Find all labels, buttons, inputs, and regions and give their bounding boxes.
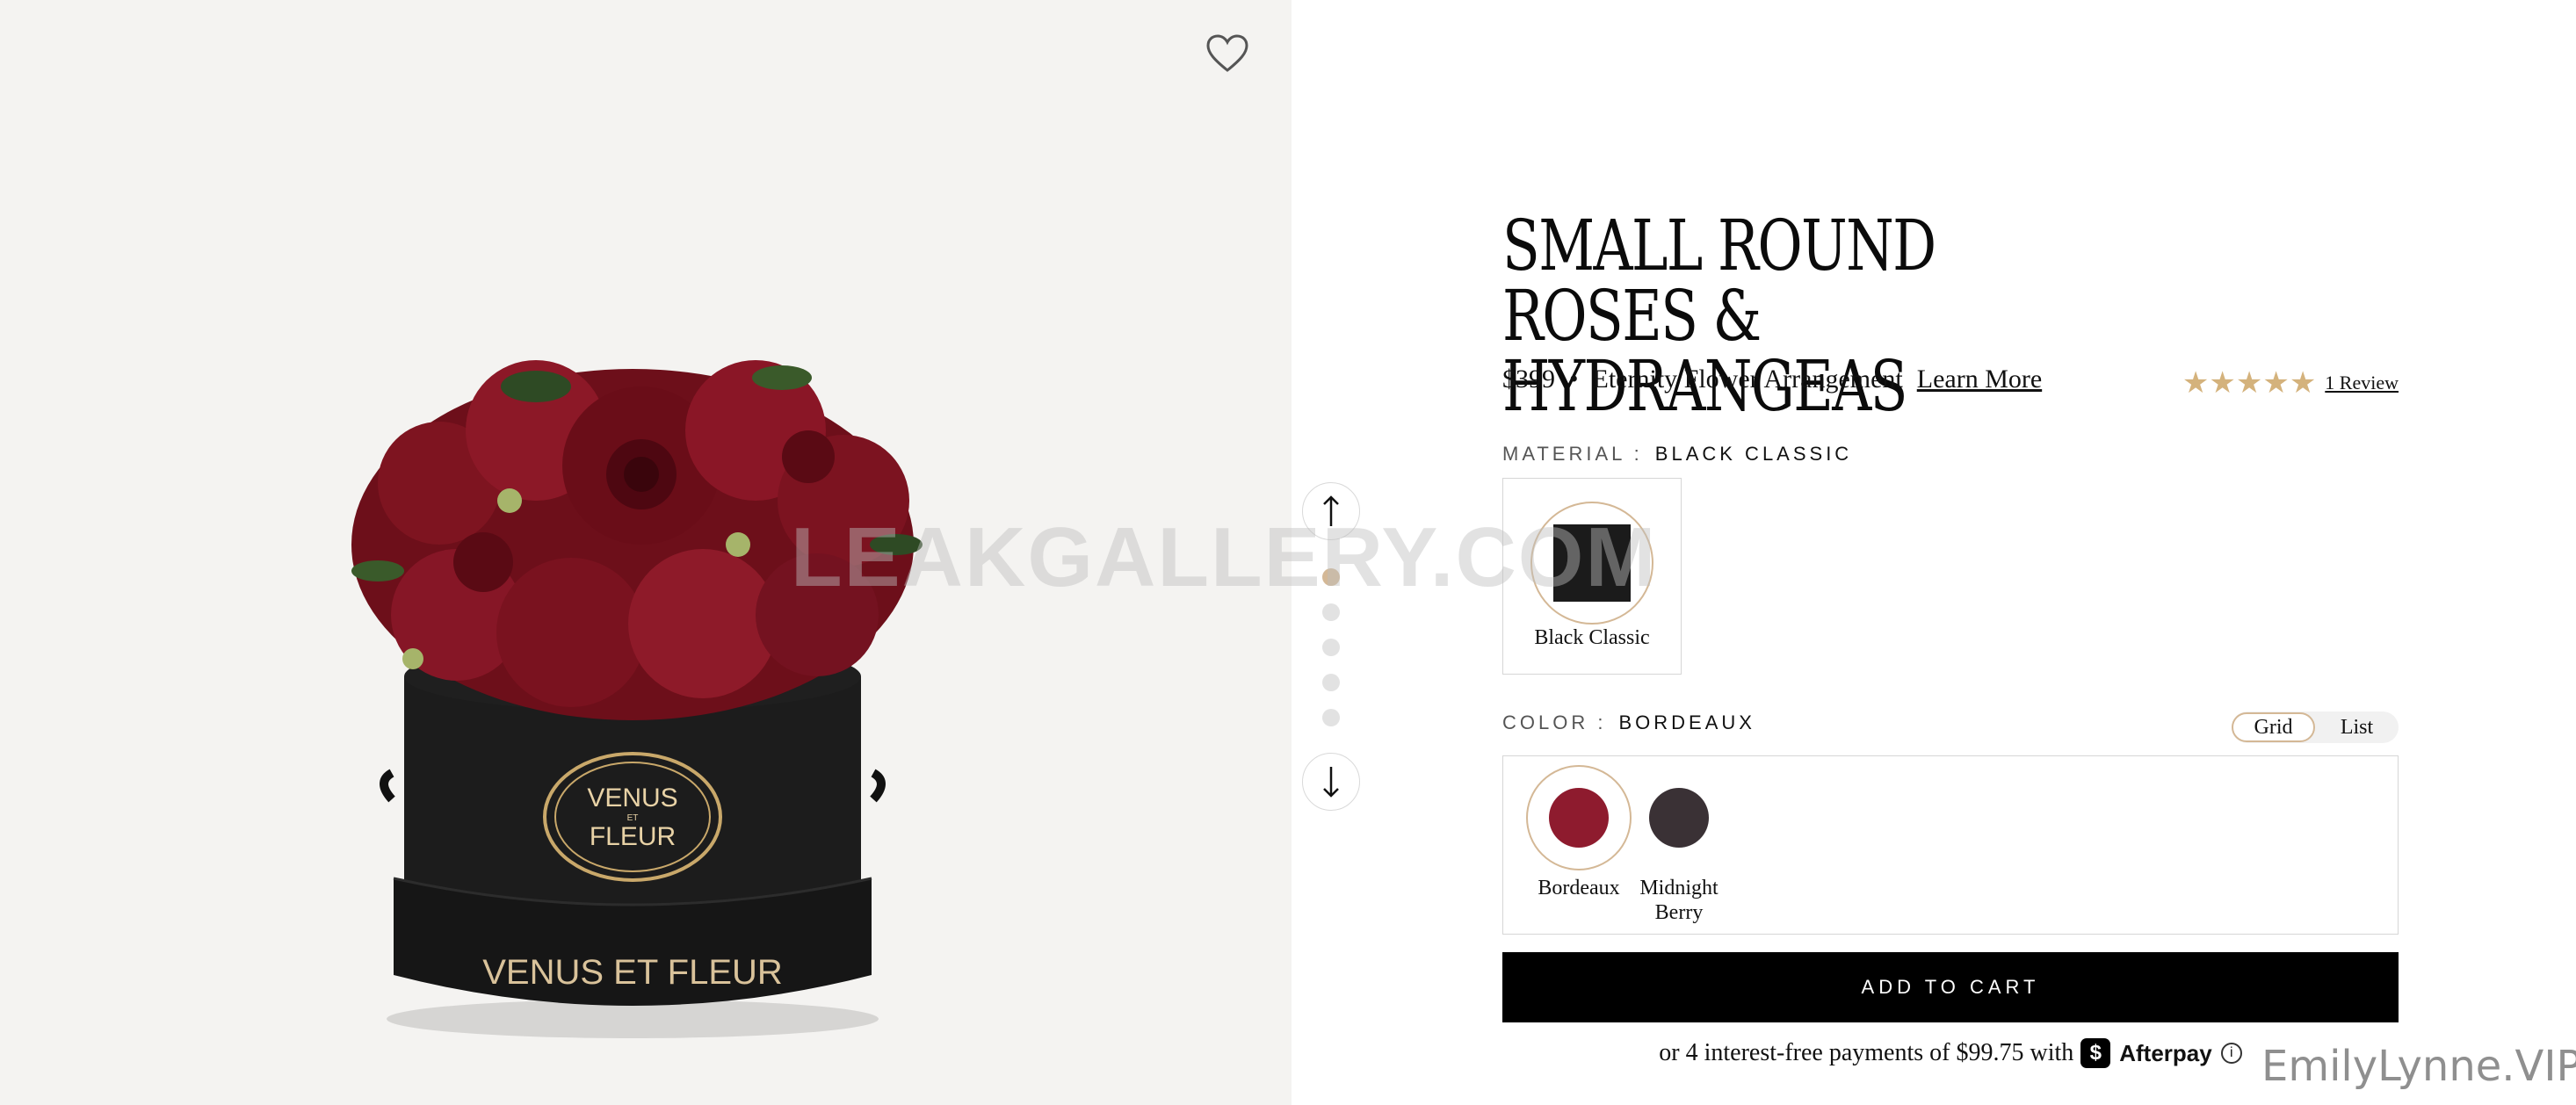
heart-icon[interactable] — [1205, 33, 1249, 74]
material-label: MATERIAL : BLACK CLASSIC — [1502, 443, 1853, 465]
material-swatch-square — [1553, 524, 1631, 602]
afterpay-logo-icon: $ — [2080, 1038, 2111, 1068]
box-brand-line2: FLEUR — [590, 822, 676, 851]
star-icon: ★ — [2209, 365, 2236, 401]
watermark-corner: EmilyLynne.VIP — [2261, 1042, 2576, 1091]
product-category: Eternity Flower Arrangement — [1592, 365, 1903, 394]
box-brand-line1: VENUS — [587, 784, 677, 812]
product-image-panel: VENUS ET FLEUR VENUS ET FLEUR — [0, 0, 1292, 1105]
product-meta: $399 • Eternity Flower Arrangement Learn… — [1502, 360, 2399, 401]
color-option-midnight-berry[interactable]: Midnight Berry — [1617, 765, 1740, 925]
carousel-dots — [1322, 568, 1343, 744]
view-toggle: Grid List — [2232, 711, 2399, 743]
grid-view-button[interactable]: Grid — [2232, 712, 2315, 742]
list-view-button[interactable]: List — [2315, 712, 2399, 742]
arrow-down-icon — [1323, 767, 1339, 798]
material-selected: BLACK CLASSIC — [1654, 443, 1853, 465]
carousel-dot[interactable] — [1322, 639, 1340, 656]
review-link[interactable]: 1 Review — [2325, 372, 2399, 394]
star-icon: ★ — [2235, 365, 2263, 401]
learn-more-link[interactable]: Learn More — [1917, 365, 2042, 394]
product-details: SMALL ROUND ROSES & HYDRANGEAS $399 • Et… — [1502, 211, 2399, 1068]
color-swatch-midnight-berry — [1649, 788, 1709, 848]
info-icon[interactable]: i — [2220, 1043, 2242, 1064]
product-price: $399 — [1502, 365, 1555, 394]
star-rating: ★ ★ ★ ★ ★ — [2182, 365, 2316, 401]
box-base-text: VENUS ET FLEUR — [482, 953, 783, 992]
arrow-up-icon — [1323, 495, 1339, 526]
color-swatch-ring — [1526, 765, 1632, 870]
color-header: COLOR : BORDEAUX Grid List — [1502, 711, 2399, 743]
color-swatch-ring — [1626, 765, 1732, 870]
color-options: Bordeaux Midnight Berry — [1502, 755, 2399, 935]
color-option-label: Midnight Berry — [1639, 877, 1719, 924]
carousel-dot[interactable] — [1322, 603, 1340, 621]
product-title: SMALL ROUND ROSES & HYDRANGEAS — [1502, 205, 1936, 427]
color-swatch-bordeaux — [1549, 788, 1609, 848]
carousel-dot[interactable] — [1322, 674, 1340, 691]
star-icon: ★ — [2289, 365, 2317, 401]
material-option-black-classic[interactable]: Black Classic — [1502, 478, 1682, 675]
product-image: VENUS ET FLEUR VENUS ET FLEUR — [351, 360, 923, 1038]
carousel-up-button[interactable] — [1302, 482, 1360, 540]
add-to-cart-button[interactable]: ADD TO CART — [1502, 952, 2399, 1022]
meta-separator: • — [1569, 365, 1579, 394]
product-rating[interactable]: ★ ★ ★ ★ ★ 1 Review — [2182, 365, 2399, 401]
material-option-label: Black Classic — [1534, 626, 1650, 649]
star-icon: ★ — [2182, 365, 2210, 401]
carousel-dot[interactable] — [1322, 568, 1340, 586]
carousel-down-button[interactable] — [1302, 753, 1360, 811]
carousel-dot[interactable] — [1322, 709, 1340, 726]
star-icon: ★ — [2262, 365, 2290, 401]
color-selected: BORDEAUX — [1618, 711, 1755, 733]
afterpay-brand: Afterpay — [2119, 1039, 2212, 1066]
color-option-label: Bordeaux — [1538, 877, 1620, 899]
afterpay-text: or 4 interest-free payments of $99.75 wi… — [1659, 1039, 2074, 1066]
material-swatch — [1530, 502, 1653, 625]
